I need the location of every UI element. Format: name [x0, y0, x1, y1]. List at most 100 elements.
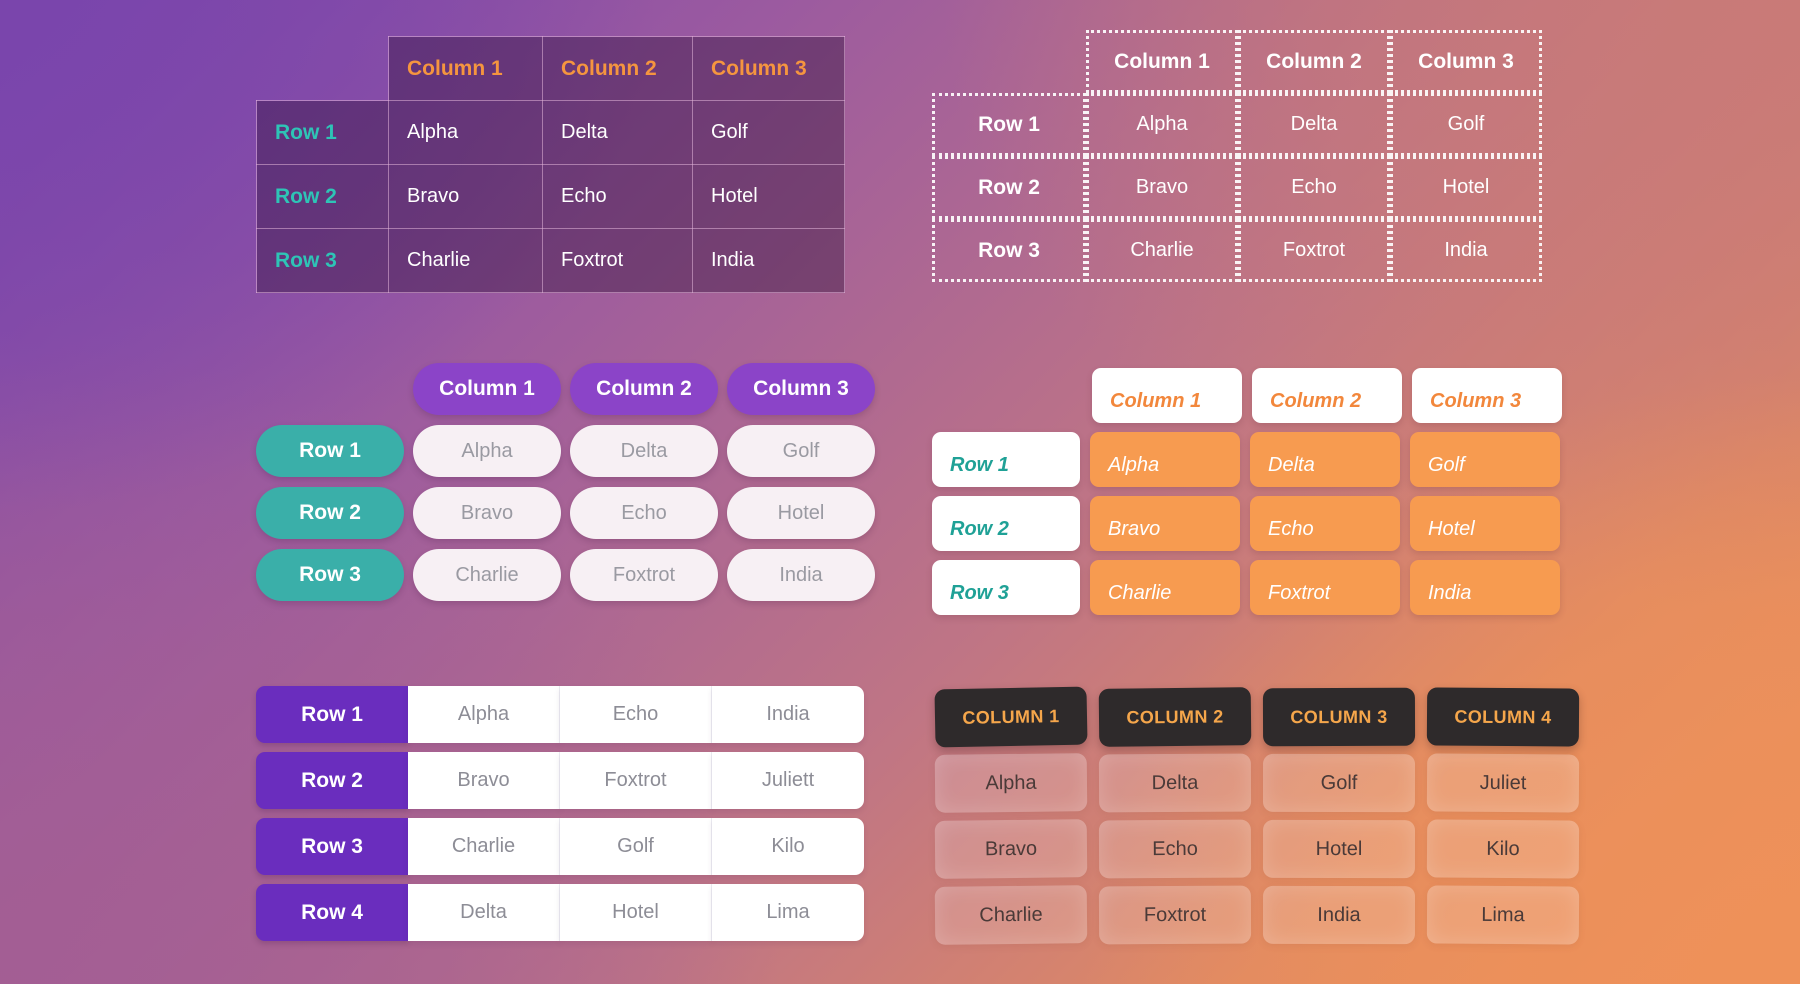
table-row-bars: Row 1 Alpha Echo India Row 2 Bravo Foxtr… [256, 686, 864, 950]
table-row: Row 1 Alpha Delta Golf [932, 432, 1562, 487]
column-header-2[interactable]: Column 2 [570, 363, 718, 415]
cell-r2c1: Bravo [1086, 156, 1238, 219]
table-grid-solid: Column 1 Column 2 Column 3 Row 1 Alpha D… [256, 36, 845, 293]
table-corner-cell [256, 363, 404, 415]
table-row: Row 1 Alpha Delta Golf [256, 425, 875, 477]
cell-r3c1: Charlie [413, 549, 561, 601]
cell-r2c1: Bravo [413, 487, 561, 539]
cell-r3c1: Charlie [934, 885, 1088, 945]
cell-r2c2: Foxtrot [560, 752, 712, 809]
table-row: Row 3 Charlie Foxtrot India [256, 228, 845, 293]
row-header-1: Row 1 [932, 93, 1086, 156]
cell-r2c1: Bravo [408, 752, 560, 809]
row-header-1[interactable]: Row 1 [256, 425, 404, 477]
cell-r1c2: Echo [560, 686, 712, 743]
row-header-1: Row 1 [256, 100, 389, 165]
table-header-row: Column 1 Column 2 Column 3 [932, 30, 1542, 93]
cell-r2c3: Hotel [727, 487, 875, 539]
cell-r1c3: Golf [1262, 753, 1416, 813]
row-header-1[interactable]: Row 1 [256, 686, 408, 743]
cell-r1c3: Golf [692, 100, 845, 165]
row-header-1[interactable]: Row 1 [932, 432, 1080, 487]
table-row: Row 3 Charlie Golf Kilo [256, 818, 864, 875]
table-header-row: Column 1 Column 2 Column 3 [932, 368, 1562, 423]
row-header-2[interactable]: Row 2 [932, 496, 1080, 551]
table-row: Bravo Echo Hotel Kilo [934, 819, 1580, 879]
cell-r3c4: Lima [1426, 885, 1580, 945]
cell-r1c2: Delta [1250, 432, 1400, 487]
cell-r2c4: Kilo [1426, 819, 1580, 879]
cell-r3c3: India [692, 228, 845, 293]
cell-r3c2: Foxtrot [1098, 885, 1252, 945]
cell-r2c2: Echo [570, 487, 718, 539]
cell-r1c2: Delta [542, 100, 693, 165]
table-row: Row 1 Alpha Echo India [256, 686, 864, 743]
cell-r1c3: Golf [727, 425, 875, 477]
row-header-3[interactable]: Row 3 [256, 818, 408, 875]
table-row: Row 3 Charlie Foxtrot India [932, 560, 1562, 615]
column-header-2: Column 2 [542, 36, 693, 101]
cell-r2c2: Echo [542, 164, 693, 229]
cell-r3c2: Foxtrot [1250, 560, 1400, 615]
cell-r3c2: Foxtrot [1238, 219, 1390, 282]
tables-stage: Column 1 Column 2 Column 3 Row 1 Alpha D… [0, 0, 1800, 984]
cell-r4c1: Delta [408, 884, 560, 941]
row-header-2: Row 2 [256, 164, 389, 229]
row-header-3: Row 3 [932, 219, 1086, 282]
column-header-1[interactable]: COLUMN 1 [934, 686, 1088, 748]
row-header-3[interactable]: Row 3 [256, 549, 404, 601]
table-dark-header-cards: COLUMN 1 COLUMN 2 COLUMN 3 COLUMN 4 Alph… [934, 686, 1580, 952]
table-row: Alpha Delta Golf Juliet [934, 753, 1580, 813]
cell-r2c1: Bravo [934, 819, 1088, 879]
cell-r1c4: Juliet [1426, 753, 1580, 813]
cell-r1c3: Golf [1410, 432, 1560, 487]
column-header-2[interactable]: COLUMN 2 [1098, 687, 1252, 747]
row-header-4[interactable]: Row 4 [256, 884, 408, 941]
cell-r3c2: Foxtrot [570, 549, 718, 601]
cell-r3c2: Foxtrot [542, 228, 693, 293]
cell-r2c1: Bravo [1090, 496, 1240, 551]
cell-r4c3: Lima [712, 884, 864, 941]
column-header-1[interactable]: Column 1 [413, 363, 561, 415]
table-header-row: COLUMN 1 COLUMN 2 COLUMN 3 COLUMN 4 [934, 686, 1580, 748]
column-header-3: Column 3 [692, 36, 845, 101]
table-row: Row 2 Bravo Echo Hotel [932, 496, 1562, 551]
table-header-row: Column 1 Column 2 Column 3 [257, 36, 845, 101]
cell-r3c2: Golf [560, 818, 712, 875]
column-header-4[interactable]: COLUMN 4 [1426, 687, 1580, 747]
column-header-1: Column 1 [1086, 30, 1238, 93]
column-header-3[interactable]: Column 3 [727, 363, 875, 415]
cell-r2c2: Echo [1238, 156, 1390, 219]
row-header-3[interactable]: Row 3 [932, 560, 1080, 615]
column-header-1: Column 1 [388, 36, 543, 101]
cell-r3c1: Charlie [408, 818, 560, 875]
cell-r3c3: India [727, 549, 875, 601]
cell-r1c1: Alpha [1086, 93, 1238, 156]
table-row: Row 1 Alpha Delta Golf [932, 93, 1542, 156]
table-corner-cell [257, 37, 389, 101]
cell-r2c3: Hotel [1410, 496, 1560, 551]
cell-r2c3: Hotel [1262, 819, 1416, 879]
row-header-2[interactable]: Row 2 [256, 487, 404, 539]
column-header-2[interactable]: Column 2 [1252, 368, 1402, 423]
column-header-3[interactable]: COLUMN 3 [1262, 687, 1416, 747]
table-row: Row 2 Bravo Echo Hotel [256, 164, 845, 229]
table-corner-cell [932, 30, 1086, 93]
cell-r3c1: Charlie [1086, 219, 1238, 282]
table-row: Row 4 Delta Hotel Lima [256, 884, 864, 941]
cell-r3c3: India [1262, 885, 1416, 945]
cell-r1c2: Delta [1238, 93, 1390, 156]
cell-r1c2: Delta [570, 425, 718, 477]
cell-r2c2: Echo [1098, 819, 1252, 879]
table-grid-dotted-element: Column 1 Column 2 Column 3 Row 1 Alpha D… [932, 30, 1542, 282]
cell-r2c3: Juliett [712, 752, 864, 809]
table-row: Row 3 Charlie Foxtrot India [256, 549, 875, 601]
cell-r2c1: Bravo [388, 164, 543, 229]
table-row: Row 3 Charlie Foxtrot India [932, 219, 1542, 282]
column-header-3[interactable]: Column 3 [1412, 368, 1562, 423]
row-header-2[interactable]: Row 2 [256, 752, 408, 809]
column-header-1[interactable]: Column 1 [1092, 368, 1242, 423]
cell-r2c2: Echo [1250, 496, 1400, 551]
cell-r3c3: Kilo [712, 818, 864, 875]
cell-r3c3: India [1390, 219, 1542, 282]
